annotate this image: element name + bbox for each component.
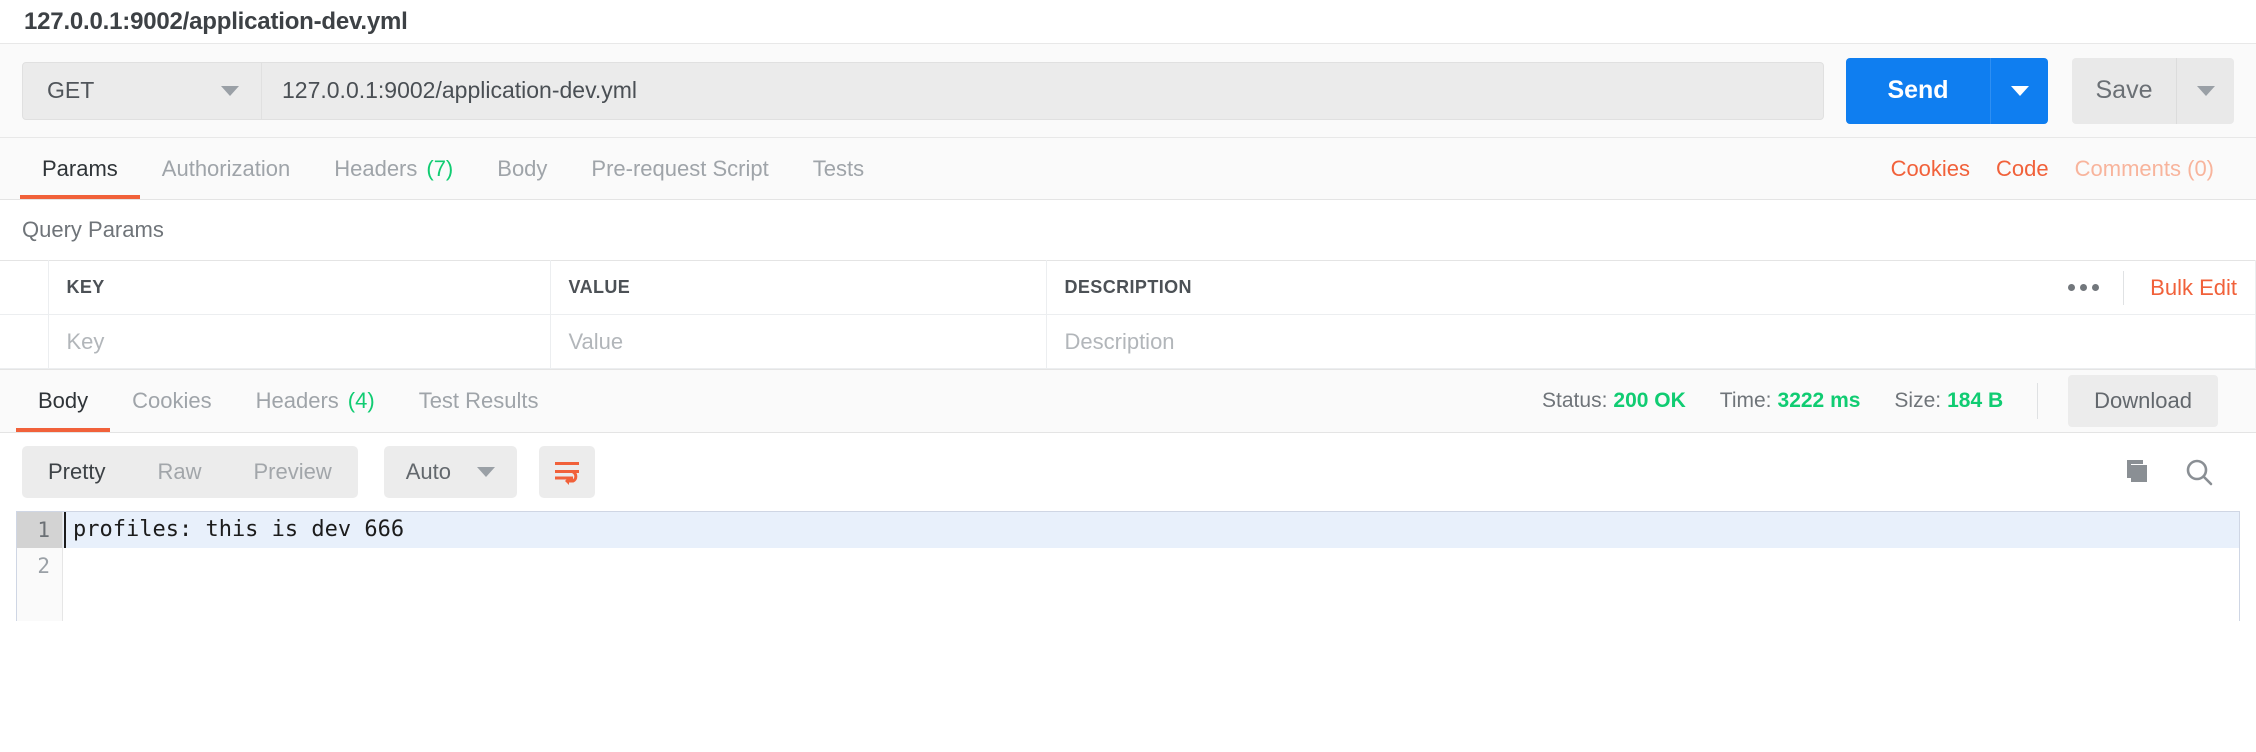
tab-headers[interactable]: Headers (7) — [312, 138, 475, 199]
response-body-toolbar: Pretty Raw Preview Auto — [0, 433, 2256, 511]
send-button-group: Send — [1846, 57, 2048, 124]
column-header-description-label: DESCRIPTION — [1064, 277, 1192, 297]
download-button[interactable]: Download — [2068, 375, 2218, 427]
page-title: 127.0.0.1:9002/application-dev.yml — [24, 7, 408, 35]
view-raw-button[interactable]: Raw — [131, 446, 227, 498]
search-icon — [2186, 459, 2213, 486]
code-link[interactable]: Code — [1996, 156, 2049, 182]
tab-label: Tests — [812, 155, 865, 181]
status-label: Status: — [1542, 389, 1608, 412]
more-options-icon[interactable] — [2044, 284, 2123, 291]
row-checkbox-cell[interactable] — [0, 314, 49, 369]
postman-window: 127.0.0.1:9002/application-dev.yml GET 1… — [0, 0, 2256, 752]
tab-params[interactable]: Params — [20, 138, 140, 199]
status-metric: Status: 200 OK — [1542, 389, 1686, 413]
response-tab-body[interactable]: Body — [16, 370, 111, 432]
divider — [2037, 383, 2039, 419]
tab-label: Headers — [334, 155, 418, 181]
http-method-select[interactable]: GET — [22, 61, 262, 120]
tab-label: Pre-request Script — [591, 155, 769, 181]
body-toolbar-actions — [2120, 457, 2234, 487]
query-params-table: KEY VALUE DESCRIPTION Bulk Edit Key Valu… — [0, 260, 2256, 369]
send-button[interactable]: Send — [1846, 57, 1990, 124]
save-options-button[interactable] — [2176, 57, 2234, 124]
tab-label: Authorization — [161, 155, 291, 181]
time-metric: Time: 3222 ms — [1720, 389, 1861, 413]
view-mode-group: Pretty Raw Preview — [22, 446, 358, 498]
save-button-group: Save — [2072, 57, 2234, 124]
chevron-down-icon — [2010, 85, 2029, 96]
view-preview-button[interactable]: Preview — [227, 446, 357, 498]
table-row: Key Value Description — [0, 314, 2256, 369]
tab-count-badge: (4) — [347, 388, 375, 413]
chevron-down-icon — [221, 85, 239, 96]
bulk-edit-button[interactable]: Bulk Edit — [2124, 275, 2237, 301]
copy-button[interactable] — [2120, 458, 2150, 486]
table-header-row: KEY VALUE DESCRIPTION Bulk Edit — [0, 260, 2256, 315]
tab-count-badge: (7) — [426, 155, 454, 181]
view-pretty-button[interactable]: Pretty — [22, 446, 131, 498]
chevron-down-icon — [477, 467, 495, 477]
text-cursor — [64, 512, 66, 548]
tab-authorization[interactable]: Authorization — [140, 138, 312, 199]
tab-label: Cookies — [132, 388, 212, 413]
line-number: 1 — [17, 512, 62, 548]
param-value-input[interactable]: Value — [549, 314, 1047, 369]
window-titlebar: 127.0.0.1:9002/application-dev.yml — [0, 0, 2256, 44]
request-url-input[interactable]: 127.0.0.1:9002/application-dev.yml — [262, 61, 1824, 120]
search-button[interactable] — [2184, 457, 2214, 487]
request-tabs: Params Authorization Headers (7) Body Pr… — [0, 138, 2256, 200]
row-select-header — [0, 260, 49, 315]
format-select-label: Auto — [405, 459, 451, 484]
size-value: 184 B — [1947, 389, 2004, 412]
response-tabs: Body Cookies Headers (4) Test Results St… — [0, 369, 2256, 433]
size-metric: Size: 184 B — [1894, 389, 2003, 413]
tab-label: Body — [497, 155, 548, 181]
param-description-input[interactable]: Description — [1045, 314, 2256, 369]
status-value: 200 OK — [1613, 389, 1686, 412]
code-line: profiles: this is dev 666 — [63, 512, 2239, 548]
line-number-gutter: 1 2 — [17, 512, 63, 621]
cookies-link[interactable]: Cookies — [1891, 156, 1970, 182]
word-wrap-icon — [555, 462, 579, 485]
word-wrap-button[interactable] — [539, 446, 595, 498]
request-tabs-actions: Cookies Code Comments (0) — [1891, 138, 2236, 199]
column-header-value: VALUE — [549, 260, 1047, 315]
line-number: 2 — [37, 554, 50, 578]
response-meta: Status: 200 OK Time: 3222 ms Size: 184 B Do… — [1508, 370, 2240, 432]
tab-label: Test Results — [418, 388, 539, 413]
tab-label: Params — [42, 155, 118, 181]
format-select[interactable]: Auto — [383, 446, 517, 498]
chevron-down-icon — [2196, 85, 2215, 96]
response-tab-test-results[interactable]: Test Results — [397, 370, 561, 432]
param-key-input[interactable]: Key — [47, 314, 551, 369]
tab-label: Body — [38, 388, 89, 413]
column-header-description: DESCRIPTION Bulk Edit — [1045, 260, 2256, 315]
query-params-title: Query Params — [0, 200, 2256, 260]
response-body-editor[interactable]: 1 2 profiles: this is dev 666 — [16, 511, 2240, 621]
column-header-key: KEY — [47, 260, 551, 315]
response-tab-cookies[interactable]: Cookies — [110, 370, 233, 432]
size-label: Size: — [1894, 389, 1942, 412]
tab-label: Headers — [255, 388, 339, 413]
response-tab-headers[interactable]: Headers (4) — [234, 370, 397, 432]
time-value: 3222 ms — [1777, 389, 1861, 412]
comments-link[interactable]: Comments (0) — [2075, 156, 2214, 182]
tab-tests[interactable]: Tests — [791, 138, 886, 199]
tab-pre-request-script[interactable]: Pre-request Script — [569, 138, 790, 199]
http-method-label: GET — [47, 77, 95, 103]
send-options-button[interactable] — [1990, 57, 2048, 124]
tab-body[interactable]: Body — [475, 138, 569, 199]
code-content[interactable]: profiles: this is dev 666 — [63, 512, 2239, 621]
time-label: Time: — [1719, 389, 1772, 412]
request-url-bar: GET 127.0.0.1:9002/application-dev.yml S… — [0, 44, 2256, 138]
copy-icon — [2127, 460, 2147, 482]
save-button[interactable]: Save — [2072, 57, 2176, 124]
